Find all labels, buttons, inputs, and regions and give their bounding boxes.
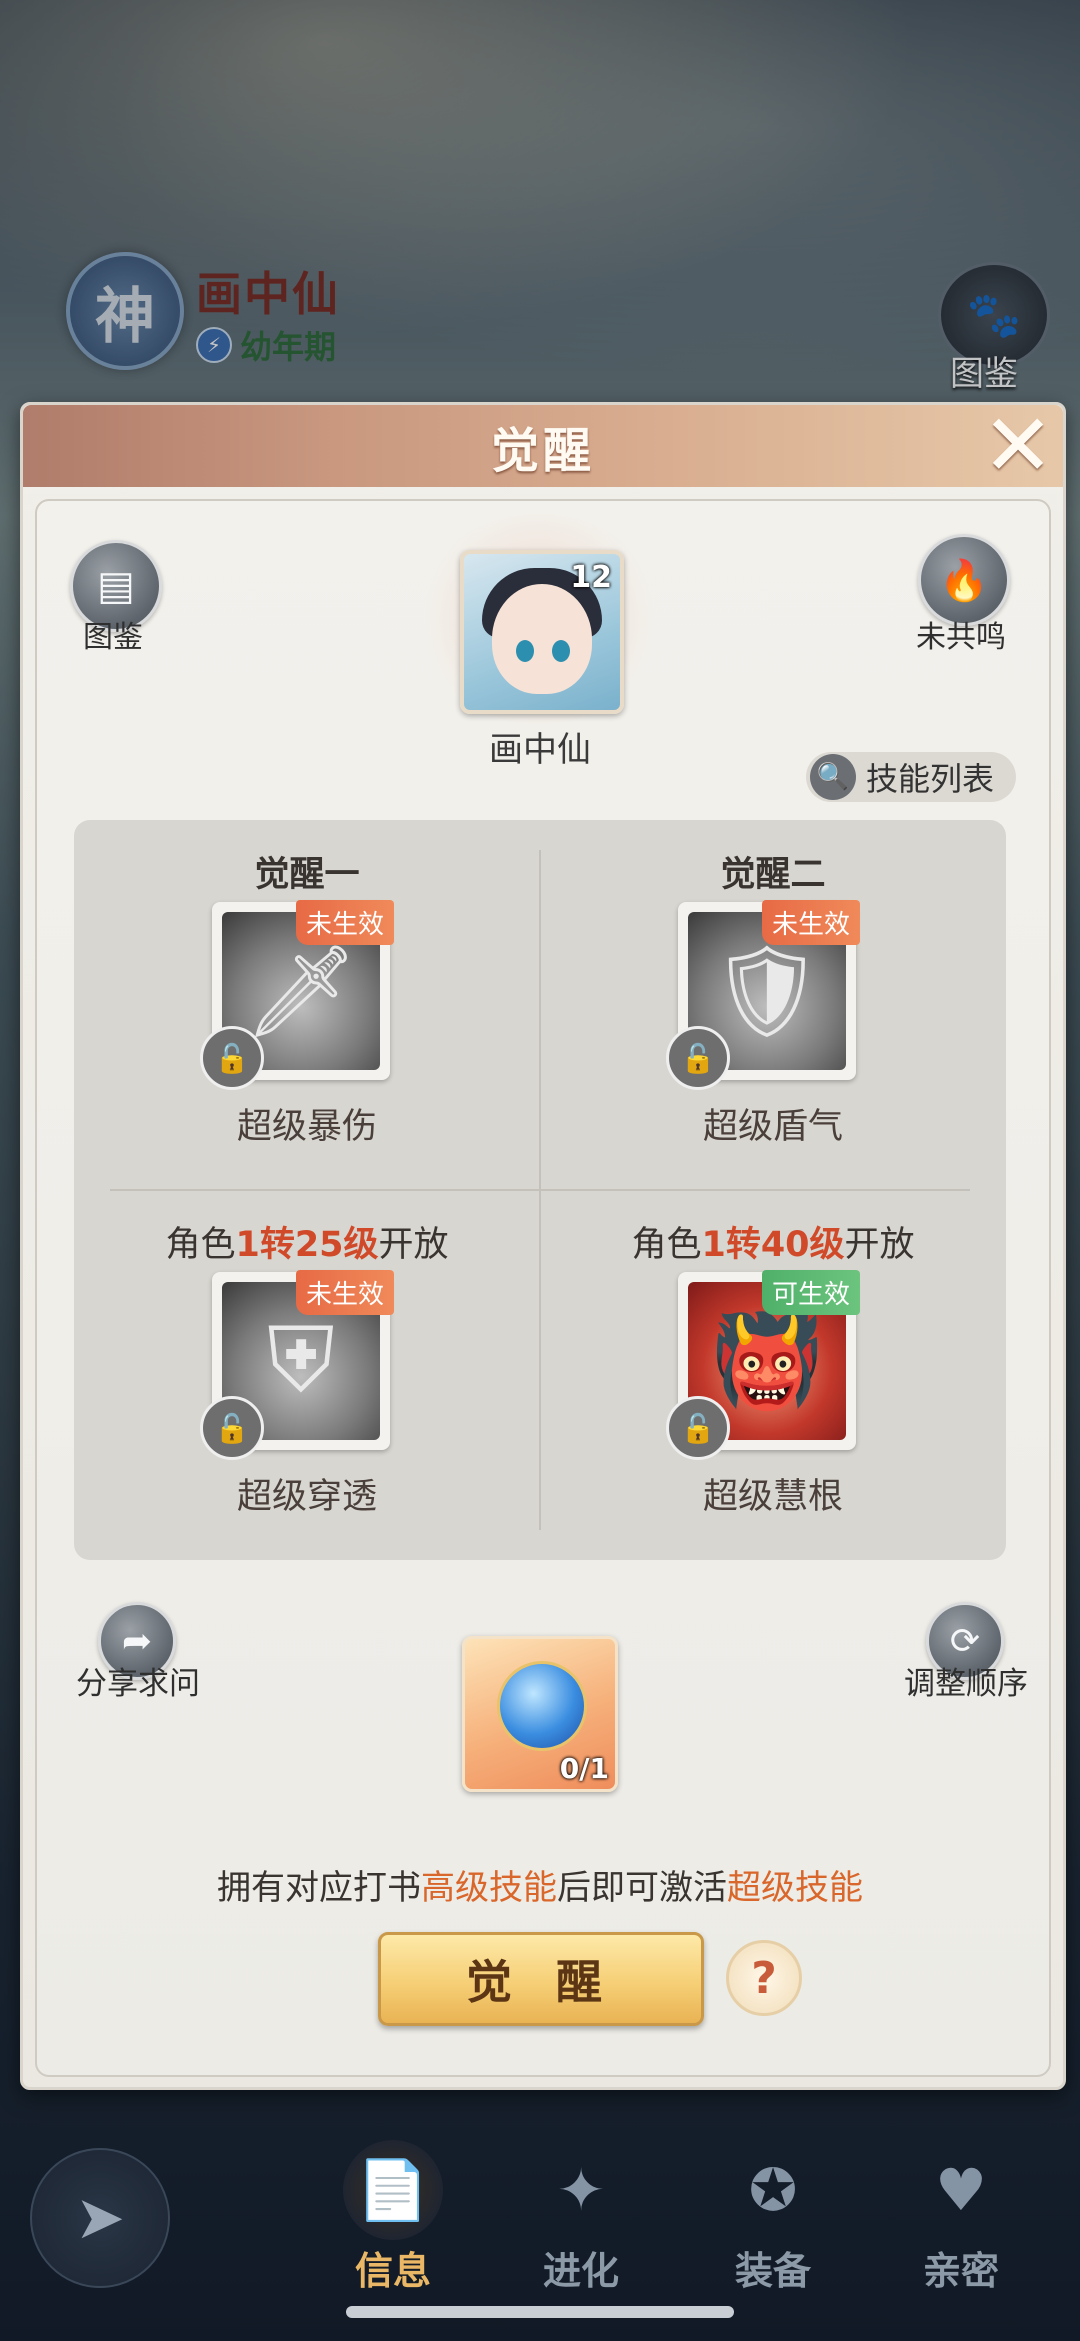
hint-part-1: 拥有对应打书 [217,1868,421,1908]
slot-header-prefix: 角色 [631,1225,702,1265]
slot-header-suffix: 开放 [844,1225,915,1265]
nav-tab-info[interactable]: 📄 信息 [318,2140,468,2310]
awaken-slot-1: 觉醒一 🗡 未生效 🔓 超级暴伤 [74,820,540,1190]
reorder-label: 调整顺序 [904,1666,1028,1702]
hero-name: 画中仙 [489,730,591,770]
hint-highlight-2: 超级技能 [727,1868,863,1908]
slot-header-level: 1转40级 [701,1225,845,1265]
slot-header-level: 1转25级 [235,1225,379,1265]
status-tag: 未生效 [295,1270,394,1315]
skill-list-button[interactable]: 🔍 技能列表 [806,752,1016,802]
activation-hint: 拥有对应打书高级技能后即可激活超级技能 [0,1860,1080,1909]
awaken-slot-3: 角色1转25级开放 ⛨ 未生效 🔓 超级穿透 [74,1190,540,1560]
nav-tab-intimacy[interactable]: ♥ 亲密 [886,2140,1036,2310]
info-icon: 📄 [343,2140,443,2240]
skill-name: 超级慧根 [702,1477,843,1517]
intimacy-icon: ♥ [935,2156,987,2224]
equipment-icon: ✪ [748,2156,798,2224]
skill-icon-super-wisdom[interactable]: 👹 可生效 🔓 [666,1270,860,1460]
hint-part-2: 后即可激活 [557,1868,727,1908]
skill-list-label: 技能列表 [866,760,995,798]
awaken-slot-2: 觉醒二 🛡 未生效 🔓 超级盾气 [540,820,1006,1190]
slot-header: 觉醒二 [720,855,826,895]
skill-icon-super-crit[interactable]: 🗡 未生效 🔓 [200,900,394,1090]
slot-header-suffix: 开放 [378,1225,449,1265]
portrait-eye [516,640,534,662]
slot-header: 觉醒一 [254,855,360,895]
help-icon[interactable]: ? [726,1940,802,2016]
skill-name: 超级盾气 [702,1107,843,1147]
portrait-face [492,584,592,694]
status-tag: 可生效 [761,1270,860,1315]
material-count: 0/1 [559,1752,609,1785]
awaken-slots-grid: 觉醒一 🗡 未生效 🔓 超级暴伤 觉醒二 🛡 未生效 🔓 超级盾气 角色1转25… [74,820,1006,1560]
status-tag: 未生效 [295,900,394,945]
nav-tab-equipment[interactable]: ✪ 装备 [698,2140,848,2310]
evolve-icon: ✦ [556,2156,606,2224]
nav-label: 亲密 [922,2249,999,2293]
nav-label: 装备 [734,2249,811,2293]
resonance-label: 未共鸣 [916,620,1006,655]
modal-header: 觉醒 ✕ [23,403,1063,489]
close-icon[interactable]: ✕ [977,403,1059,489]
home-indicator[interactable] [346,2306,734,2318]
hero-portrait[interactable]: 12 [460,550,624,714]
codex-label: 图鉴 [83,620,143,655]
skill-icon-super-pierce[interactable]: ⛨ 未生效 🔓 [200,1270,394,1460]
nav-label: 信息 [354,2249,431,2293]
portrait-eye [552,640,570,662]
awaken-slot-4: 角色1转40级开放 👹 可生效 🔓 超级慧根 [540,1190,1006,1560]
hero-level: 12 [570,560,612,595]
nav-tab-evolve[interactable]: ✦ 进化 [506,2140,656,2310]
awaken-material-item[interactable]: 0/1 [462,1636,618,1792]
slot-header: 角色1转40级开放 [540,1216,1006,1267]
lock-icon: 🔓 [200,1026,264,1090]
skill-name: 超级暴伤 [236,1107,377,1147]
nav-label: 进化 [542,2249,619,2293]
modal-title: 觉醒 [490,423,595,479]
status-tag: 未生效 [761,900,860,945]
lock-icon: 🔓 [666,1396,730,1460]
search-icon: 🔍 [810,754,856,800]
lock-icon: 🔓 [666,1026,730,1090]
awaken-button[interactable]: 觉 醒 [378,1932,704,2026]
skill-name: 超级穿透 [236,1477,377,1517]
share-label: 分享求问 [76,1666,200,1702]
lock-icon: 🔓 [200,1396,264,1460]
slot-header: 角色1转25级开放 [74,1216,540,1267]
hint-highlight-1: 高级技能 [421,1868,557,1908]
slot-header-prefix: 角色 [165,1225,236,1265]
back-arrow-icon[interactable]: ➤ [30,2148,170,2288]
skill-icon-super-shield[interactable]: 🛡 未生效 🔓 [666,900,860,1090]
awaken-button-label: 觉 醒 [465,1955,616,2009]
blue-orb-icon [497,1661,587,1751]
